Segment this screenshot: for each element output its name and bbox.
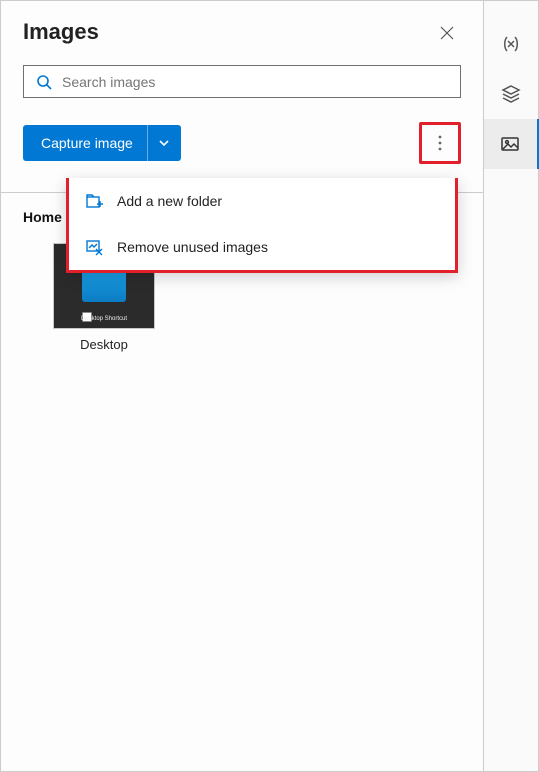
toolbar-images[interactable] [484,119,539,169]
search-box[interactable] [23,65,461,98]
chevron-down-icon [158,137,170,149]
more-vertical-icon [433,134,447,152]
toolbar-variables[interactable] [483,19,539,69]
menu-remove-unused[interactable]: Remove unused images [69,224,455,270]
menu-add-folder[interactable]: Add a new folder [69,178,455,224]
thumbnail-caption: Desktop [80,337,128,352]
close-icon [439,25,455,41]
more-options-button[interactable] [424,127,456,159]
menu-add-folder-label: Add a new folder [117,193,222,209]
toolbar-layers[interactable] [483,69,539,119]
add-folder-icon [85,192,103,210]
variables-icon [500,33,522,55]
capture-image-dropdown[interactable] [147,125,181,161]
folder-icon [82,270,126,302]
remove-images-icon [85,238,103,256]
search-input[interactable] [62,74,448,90]
images-panel: Images Capture image Add a new folder Re… [0,0,483,772]
menu-remove-unused-label: Remove unused images [117,239,268,255]
close-button[interactable] [439,25,459,45]
capture-image-button[interactable]: Capture image [23,125,181,161]
layers-icon [500,83,522,105]
image-icon [499,133,521,155]
search-icon [36,74,52,90]
panel-title: Images [1,1,483,45]
thumbnail-mini-label: Desktop Shortcut [54,316,154,322]
right-toolbar [483,0,539,772]
more-options-menu: Add a new folder Remove unused images [66,178,458,273]
capture-image-label: Capture image [23,135,147,151]
